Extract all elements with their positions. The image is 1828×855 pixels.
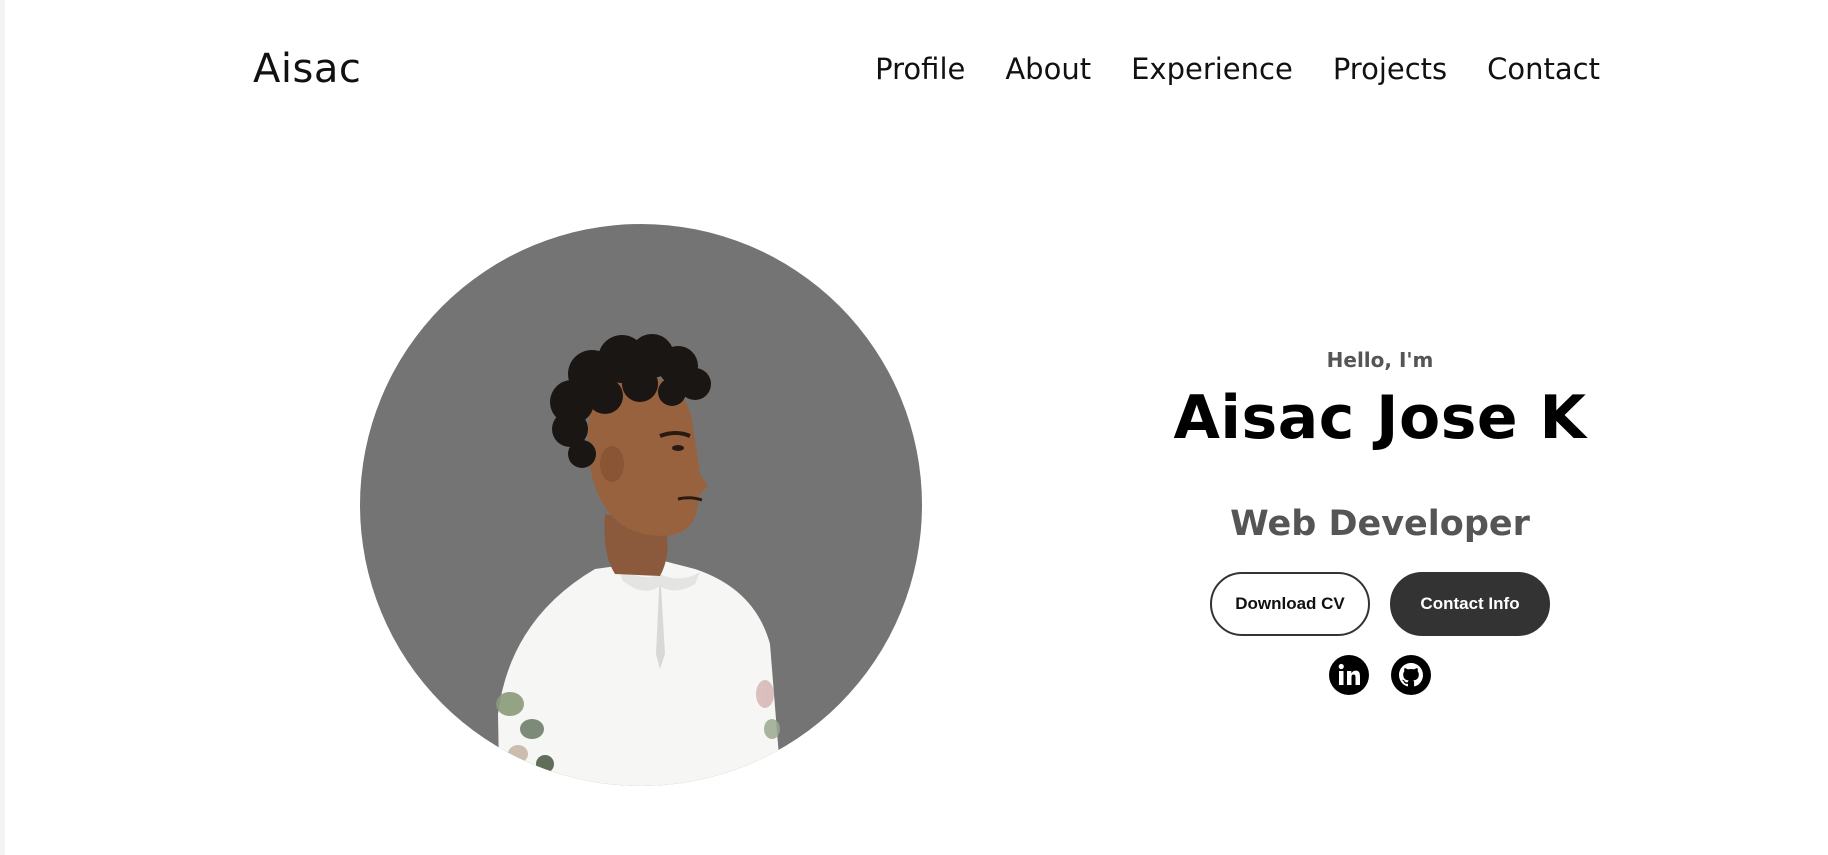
profile-title: Web Developer: [1230, 504, 1530, 544]
greeting-text: Hello, I'm: [1326, 348, 1434, 372]
profile-text: Hello, I'm Aisac Jose K Web Developer Do…: [1120, 340, 1640, 696]
site-logo[interactable]: Aisac: [253, 46, 361, 92]
social-links: [1120, 654, 1640, 696]
github-icon[interactable]: [1390, 654, 1432, 696]
nav-links: Profile About Experience Projects Contac…: [875, 52, 1600, 86]
nav-link-profile[interactable]: Profile: [875, 52, 965, 86]
download-cv-button[interactable]: Download CV: [1210, 572, 1370, 636]
nav-link-projects[interactable]: Projects: [1333, 52, 1447, 86]
linkedin-icon[interactable]: [1328, 654, 1370, 696]
nav-link-about[interactable]: About: [1005, 52, 1091, 86]
person-illustration: [496, 334, 782, 786]
nav-link-experience[interactable]: Experience: [1131, 52, 1293, 86]
nav-item-about: About: [1005, 52, 1091, 86]
profile-picture-container: [360, 224, 922, 794]
contact-info-button[interactable]: Contact Info: [1390, 572, 1550, 636]
profile-picture: [360, 224, 922, 786]
nav-item-profile: Profile: [875, 52, 965, 86]
nav-item-contact: Contact: [1487, 52, 1600, 86]
nav-item-projects: Projects: [1333, 52, 1447, 86]
nav-item-experience: Experience: [1131, 52, 1293, 86]
top-navigation: Aisac Profile About Experience Projects …: [0, 0, 1828, 140]
nav-link-contact[interactable]: Contact: [1487, 52, 1600, 86]
button-row: Download CV Contact Info: [1120, 572, 1640, 636]
profile-name: Aisac Jose K: [1173, 383, 1587, 453]
